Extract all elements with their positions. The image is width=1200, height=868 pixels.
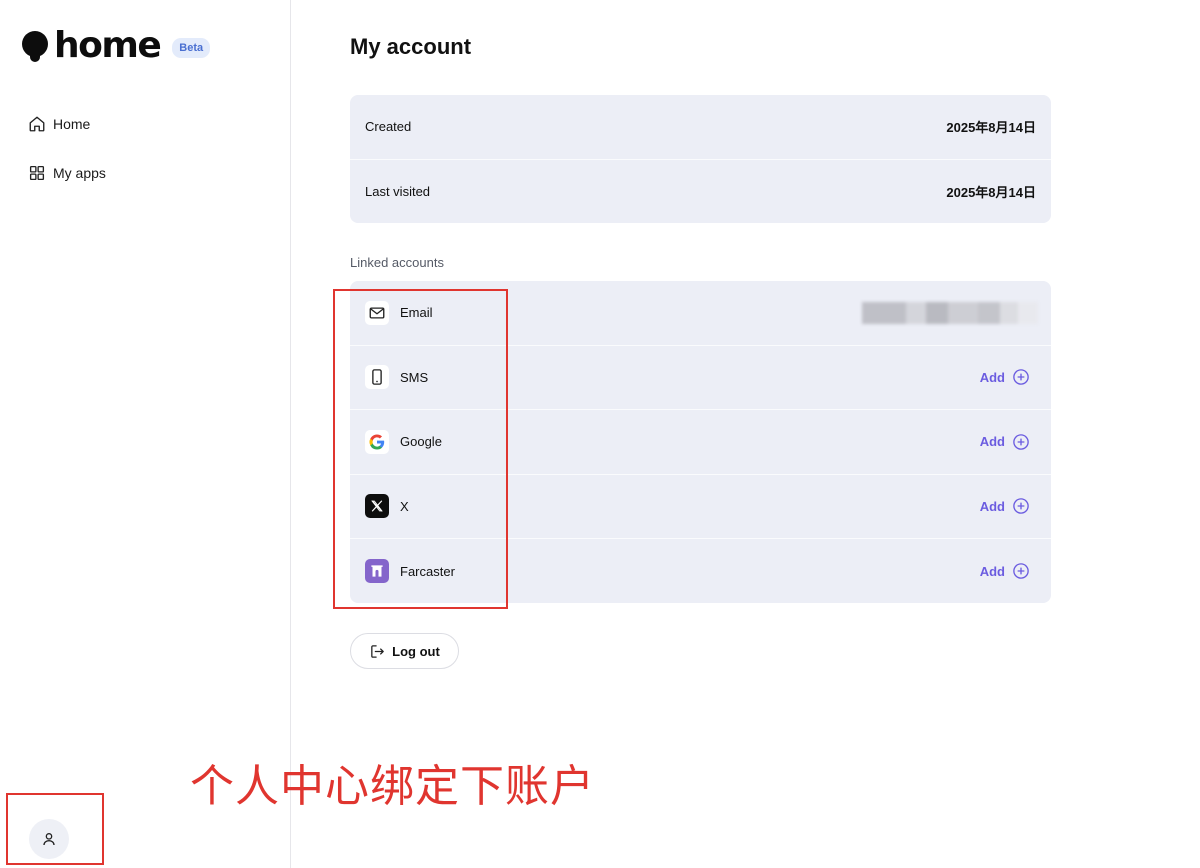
google-icon [365, 429, 389, 454]
linked-account-email: Email [350, 281, 1051, 346]
account-name: X [400, 498, 409, 514]
profile-button[interactable] [29, 819, 69, 859]
add-sms-button[interactable]: Add [980, 368, 1030, 386]
linked-account-x: X Add [350, 475, 1051, 539]
add-x-button[interactable]: Add [980, 497, 1030, 515]
add-farcaster-button[interactable]: Add [980, 562, 1030, 580]
annotation-caption: 个人中心绑定下账户 [190, 761, 595, 812]
account-info-card: Created 2025年8月14日 Last visited 2025年8月1… [350, 95, 1051, 223]
grid-icon [29, 165, 45, 181]
account-name: Farcaster [400, 563, 455, 579]
add-google-button[interactable]: Add [980, 433, 1030, 451]
plus-circle-icon [1013, 563, 1029, 580]
plus-circle-icon [1013, 369, 1029, 386]
linked-accounts-label: Linked accounts [350, 255, 444, 270]
phone-icon [365, 365, 389, 390]
beta-badge: Beta [172, 38, 211, 58]
info-row-last-visited: Last visited 2025年8月14日 [350, 160, 1051, 225]
info-value: 2025年8月14日 [946, 185, 1036, 201]
mail-icon [365, 300, 389, 325]
account-name: Google [400, 434, 442, 450]
x-logo-icon [365, 494, 389, 519]
logo[interactable]: home Beta [22, 25, 211, 66]
logout-label: Log out [392, 643, 440, 659]
page-title: My account [350, 34, 472, 59]
logout-button[interactable]: Log out [350, 633, 459, 669]
nav-item-home[interactable]: Home [28, 115, 90, 133]
nav-item-label: Home [53, 116, 91, 132]
info-label: Created [365, 119, 412, 135]
linked-account-farcaster: Farcaster Add [350, 539, 1051, 604]
home-icon [29, 116, 45, 132]
logo-mark-icon [22, 28, 48, 64]
redacted-email-value [862, 301, 1038, 324]
sidebar: home Beta Home My apps [0, 0, 291, 868]
plus-circle-icon [1013, 498, 1029, 515]
plus-circle-icon [1013, 433, 1029, 450]
logout-icon [371, 644, 384, 658]
linked-account-sms: SMS Add [350, 346, 1051, 410]
farcaster-icon [365, 559, 389, 584]
logo-text: home [54, 25, 162, 66]
nav-item-label: My apps [53, 165, 106, 181]
linked-account-google: Google Add [350, 410, 1051, 475]
info-label: Last visited [365, 184, 431, 200]
account-name: SMS [400, 369, 429, 385]
nav-item-my-apps[interactable]: My apps [28, 164, 106, 182]
user-icon [43, 833, 55, 846]
info-value: 2025年8月14日 [946, 120, 1036, 136]
account-name: Email [400, 305, 433, 321]
linked-accounts-card: Email SMS Add Google Add X Add Farcaster… [350, 281, 1051, 603]
info-row-created: Created 2025年8月14日 [350, 95, 1051, 160]
